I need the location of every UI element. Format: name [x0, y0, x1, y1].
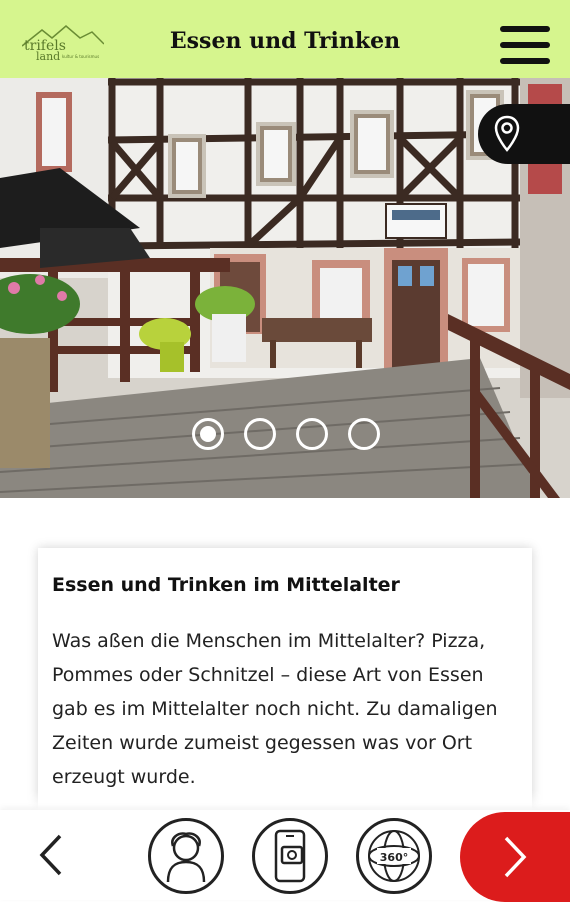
card-body-text: Was aßen die Menschen im Mittelalter? Pi… — [52, 630, 498, 788]
image-carousel[interactable] — [0, 78, 570, 498]
chevron-right-icon — [504, 836, 527, 878]
map-pin-icon — [494, 115, 520, 152]
camera-button[interactable] — [252, 818, 328, 894]
menu-bar — [500, 42, 550, 48]
carousel-dot-fill — [200, 426, 216, 442]
chevron-left-icon — [39, 834, 62, 876]
360-view-button[interactable]: 360° — [356, 818, 432, 894]
map-location-button[interactable] — [478, 104, 570, 164]
logo-text-tagline: kultur & tourismus — [62, 54, 100, 59]
phone-camera-icon — [274, 829, 306, 883]
next-button[interactable] — [460, 812, 570, 902]
card-heading: Essen und Trinken im Mittelalter — [52, 574, 400, 596]
360-view-icon: 360° — [368, 830, 420, 882]
page-title: Essen und Trinken — [169, 28, 401, 54]
360-badge-text: 360° — [380, 851, 408, 864]
bottom-navigation: 360° — [0, 810, 570, 902]
guide-avatar-button[interactable] — [148, 818, 224, 894]
carousel-indicators — [192, 418, 380, 450]
carousel-dot-1[interactable] — [192, 418, 224, 450]
menu-bar — [500, 58, 550, 64]
content-card: Essen und Trinken im Mittelalter Was aße… — [38, 548, 532, 818]
app-header: trifels land kultur & tourismus Essen un… — [0, 0, 570, 78]
avatar-guide-icon — [166, 832, 206, 883]
scroll-fade — [0, 790, 570, 810]
carousel-dot-4[interactable] — [348, 418, 380, 450]
carousel-dot-2[interactable] — [244, 418, 276, 450]
menu-bar — [500, 26, 550, 32]
menu-button[interactable] — [500, 26, 550, 64]
carousel-dot-3[interactable] — [296, 418, 328, 450]
back-button[interactable] — [36, 832, 66, 878]
